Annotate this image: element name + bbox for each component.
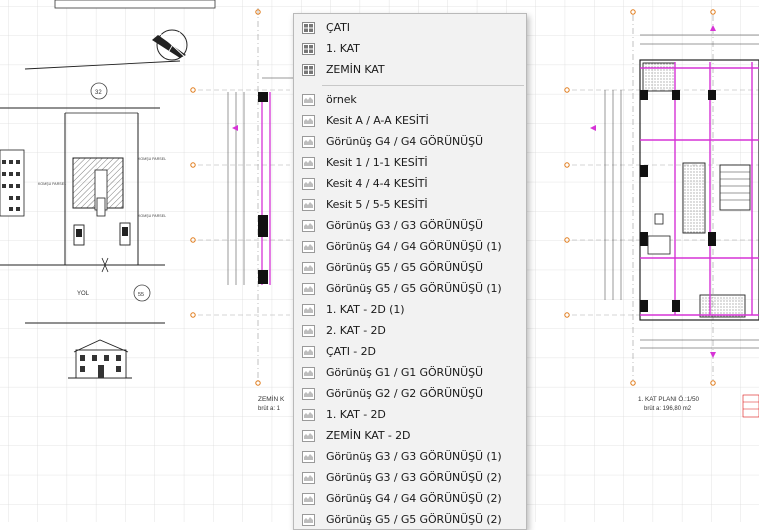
menu-item-label: ÇATI [326, 21, 350, 34]
menu-item-story[interactable]: ÇATI [294, 18, 526, 39]
parcel-note-a: KOMŞU PARSEL [38, 182, 66, 186]
menu-item-label: Görünüş G1 / G1 GÖRÜNÜŞÜ [326, 366, 483, 379]
menu-item-view[interactable]: Görünüş G5 / G5 GÖRÜNÜŞÜ (1) [294, 279, 526, 300]
menu-item-view[interactable]: Görünüş G4 / G4 GÖRÜNÜŞÜ (1) [294, 237, 526, 258]
menu-item-story[interactable]: 1. KAT [294, 39, 526, 60]
right-plan-title: 1. KAT PLANI Ö.:1/50 [638, 395, 700, 403]
menu-item-label: Görünüş G5 / G5 GÖRÜNÜŞÜ [326, 261, 483, 274]
menu-item-label: Görünüş G3 / G3 GÖRÜNÜŞÜ (1) [326, 450, 502, 463]
menu-item-label: Görünüş G3 / G3 GÖRÜNÜŞÜ (2) [326, 471, 502, 484]
menu-item-label: Görünüş G5 / G5 GÖRÜNÜŞÜ (2) [326, 513, 502, 526]
menu-item-label: 1. KAT [326, 42, 360, 55]
view-list: örnek Kesit A / A-A KESİTİ Görünüş G4 / … [294, 90, 526, 529]
menu-item-view[interactable]: Kesit 1 / 1-1 KESİTİ [294, 153, 526, 174]
view-icon [302, 115, 315, 127]
menu-item-label: 1. KAT - 2D [326, 408, 386, 421]
menu-item-story[interactable]: ZEMİN KAT [294, 60, 526, 81]
menu-item-view[interactable]: Görünüş G3 / G3 GÖRÜNÜŞÜ (2) [294, 468, 526, 489]
menu-item-view[interactable]: Kesit 4 / 4-4 KESİTİ [294, 174, 526, 195]
parcel-note-b: KOMŞU PARSEL [138, 157, 166, 161]
menu-item-view[interactable]: Kesit 5 / 5-5 KESİTİ [294, 195, 526, 216]
left-plan-title: ZEMİN K [258, 394, 285, 403]
view-icon [302, 388, 315, 400]
menu-item-view[interactable]: Görünüş G4 / G4 GÖRÜNÜŞÜ (2) [294, 489, 526, 510]
view-icon [302, 367, 315, 379]
view-context-menu[interactable]: ÇATI 1. KAT ZEMİN KAT örnek Kesit A / A-… [293, 13, 527, 530]
story-icon [302, 64, 315, 76]
view-icon [302, 262, 315, 274]
neighbour-building [0, 149, 25, 217]
menu-item-label: Kesit 1 / 1-1 KESİTİ [326, 156, 428, 169]
menu-item-label: Görünüş G3 / G3 GÖRÜNÜŞÜ [326, 219, 483, 232]
left-plan-area: brüt a: 1 [258, 406, 281, 412]
view-icon [302, 199, 315, 211]
menu-item-label: Görünüş G2 / G2 GÖRÜNÜŞÜ [326, 387, 483, 400]
menu-item-label: ÇATI - 2D [326, 345, 376, 358]
menu-item-view[interactable]: Görünüş G5 / G5 GÖRÜNÜŞÜ [294, 258, 526, 279]
view-icon [302, 493, 315, 505]
menu-item-label: Kesit 4 / 4-4 KESİTİ [326, 177, 428, 190]
menu-item-view[interactable]: örnek [294, 90, 526, 111]
road-label: YOL [77, 291, 90, 297]
menu-item-label: 2. KAT - 2D [326, 324, 386, 337]
menu-item-label: Görünüş G5 / G5 GÖRÜNÜŞÜ (1) [326, 282, 502, 295]
menu-item-label: Görünüş G4 / G4 GÖRÜNÜŞÜ [326, 135, 483, 148]
right-plan-area: brüt a: 196,80 m2 [644, 406, 692, 412]
menu-item-view[interactable]: Görünüş G3 / G3 GÖRÜNÜŞÜ [294, 216, 526, 237]
menu-item-label: Kesit 5 / 5-5 KESİTİ [326, 198, 428, 211]
menu-item-view[interactable]: Görünüş G5 / G5 GÖRÜNÜŞÜ (2) [294, 510, 526, 529]
menu-item-view[interactable]: Görünüş G3 / G3 GÖRÜNÜŞÜ (1) [294, 447, 526, 468]
menu-item-label: Kesit A / A-A KESİTİ [326, 114, 429, 127]
view-icon [302, 157, 315, 169]
parcel-note-c: KOMŞU PARSEL [138, 214, 166, 218]
view-icon [302, 94, 315, 106]
view-icon [302, 514, 315, 526]
view-icon [302, 304, 315, 316]
view-icon [302, 409, 315, 421]
menu-item-view[interactable]: ZEMİN KAT - 2D [294, 426, 526, 447]
menu-item-view[interactable]: ÇATI - 2D [294, 342, 526, 363]
view-icon [302, 325, 315, 337]
menu-item-view[interactable]: Görünüş G2 / G2 GÖRÜNÜŞÜ [294, 384, 526, 405]
menu-item-label: 1. KAT - 2D (1) [326, 303, 405, 316]
menu-item-label: ZEMİN KAT [326, 63, 385, 76]
menu-separator [322, 85, 524, 86]
north-circle-label: 32 [95, 90, 102, 96]
view-icon [302, 472, 315, 484]
menu-item-label: Görünüş G4 / G4 GÖRÜNÜŞÜ (1) [326, 240, 502, 253]
menu-item-label: ZEMİN KAT - 2D [326, 429, 411, 442]
view-icon [302, 136, 315, 148]
view-icon [302, 451, 315, 463]
view-icon [302, 346, 315, 358]
menu-item-view[interactable]: Görünüş G4 / G4 GÖRÜNÜŞÜ [294, 132, 526, 153]
story-icon [302, 43, 315, 55]
menu-item-view[interactable]: 1. KAT - 2D [294, 405, 526, 426]
menu-item-view[interactable]: Kesit A / A-A KESİTİ [294, 111, 526, 132]
story-list: ÇATI 1. KAT ZEMİN KAT [294, 14, 526, 81]
story-icon [302, 22, 315, 34]
zone-circle-label: 55 [138, 292, 144, 298]
menu-item-view[interactable]: 2. KAT - 2D [294, 321, 526, 342]
menu-item-label: Görünüş G4 / G4 GÖRÜNÜŞÜ (2) [326, 492, 502, 505]
view-icon [302, 283, 315, 295]
view-icon [302, 178, 315, 190]
menu-item-label: örnek [326, 93, 357, 106]
view-icon [302, 220, 315, 232]
view-icon [302, 241, 315, 253]
menu-item-view[interactable]: 1. KAT - 2D (1) [294, 300, 526, 321]
view-icon [302, 430, 315, 442]
menu-item-view[interactable]: Görünüş G1 / G1 GÖRÜNÜŞÜ [294, 363, 526, 384]
